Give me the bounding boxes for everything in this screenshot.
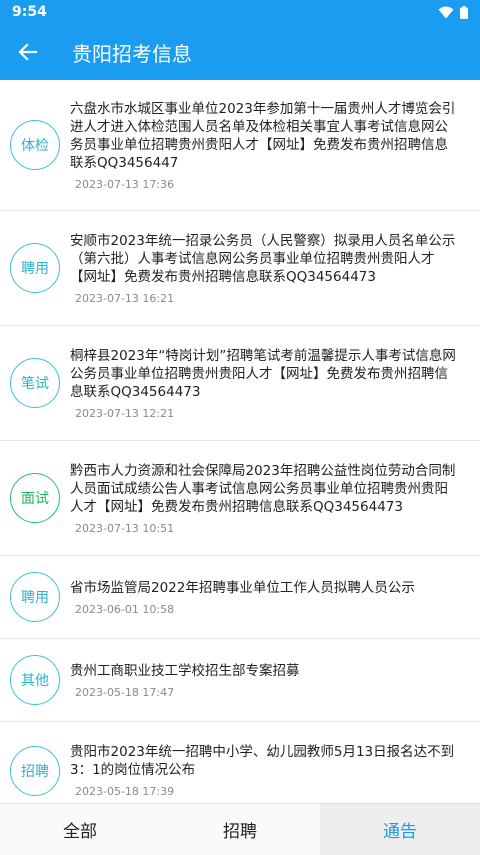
- list-item-date: 2023-06-01 10:58: [75, 602, 175, 616]
- list-item-date: 2023-07-13 10:51: [75, 521, 175, 535]
- back-arrow-icon: [18, 43, 38, 61]
- list-item-title: 贵州工商职业技工学校招生部专案招募: [70, 662, 300, 679]
- tab-recruit[interactable]: 招聘: [160, 804, 320, 855]
- list-item-title: 六盘水市水城区事业单位2023年参加第十一届贵州人才博览会引进人才进入体检范围人…: [70, 100, 456, 171]
- bottom-nav: 全部 招聘 通告: [0, 803, 480, 855]
- battery-icon: [460, 5, 468, 19]
- list-item[interactable]: 体检 六盘水市水城区事业单位2023年参加第十一届贵州人才博览会引进人才进入体检…: [0, 80, 480, 211]
- category-badge: 聘用: [10, 572, 60, 622]
- page-title: 贵阳招考信息: [72, 41, 192, 66]
- category-badge: 其他: [10, 655, 60, 705]
- list-item-content: 六盘水市水城区事业单位2023年参加第十一届贵州人才博览会引进人才进入体检范围人…: [70, 100, 458, 191]
- list-item-date: 2023-07-13 17:36: [75, 177, 175, 191]
- app-bar: 贵阳招考信息: [0, 24, 480, 80]
- status-time: 9:54: [12, 4, 47, 20]
- tab-all[interactable]: 全部: [0, 804, 160, 855]
- wifi-icon: [438, 6, 454, 18]
- status-bar: 9:54: [0, 0, 480, 24]
- list-item-title: 安顺市2023年统一招录公务员（人民警察）拟录用人员名单公示（第六批）人事考试信…: [70, 232, 456, 285]
- tab-notice[interactable]: 通告: [320, 804, 480, 855]
- category-badge: 招聘: [10, 745, 60, 796]
- list-item[interactable]: 聘用 安顺市2023年统一招录公务员（人民警察）拟录用人员名单公示（第六批）人事…: [0, 211, 480, 326]
- list-item-content: 省市场监管局2022年招聘事业单位工作人员拟聘人员公示 2023-06-01 1…: [70, 579, 458, 616]
- list-item-date: 2023-07-13 12:21: [75, 406, 175, 420]
- category-badge: 聘用: [10, 243, 60, 293]
- category-badge: 体检: [10, 120, 60, 170]
- list-item-title: 贵阳市2023年统一招聘中小学、幼儿园教师5月13日报名达不到3：1的岗位情况公…: [70, 744, 455, 778]
- notice-list: 体检 六盘水市水城区事业单位2023年参加第十一届贵州人才博览会引进人才进入体检…: [0, 80, 480, 803]
- list-item-title: 省市场监管局2022年招聘事业单位工作人员拟聘人员公示: [70, 579, 415, 596]
- list-item[interactable]: 面试 黔西市人力资源和社会保障局2023年招聘公益性岗位劳动合同制人员面试成绩公…: [0, 441, 480, 556]
- list-item[interactable]: 招聘 贵阳市2023年统一招聘中小学、幼儿园教师5月13日报名达不到3：1的岗位…: [0, 722, 480, 803]
- list-item-title: 黔西市人力资源和社会保障局2023年招聘公益性岗位劳动合同制人员面试成绩公告人事…: [70, 462, 456, 515]
- list-item[interactable]: 其他 贵州工商职业技工学校招生部专案招募 2023-05-18 17:47: [0, 639, 480, 722]
- list-item-content: 桐梓县2023年“特岗计划”招聘笔试考前温馨提示人事考试信息网公务员事业单位招聘…: [70, 347, 458, 420]
- category-badge: 面试: [10, 473, 60, 523]
- list-item-content: 贵州工商职业技工学校招生部专案招募 2023-05-18 17:47: [70, 662, 458, 699]
- list-item-date: 2023-07-13 16:21: [75, 291, 175, 305]
- list-item[interactable]: 笔试 桐梓县2023年“特岗计划”招聘笔试考前温馨提示人事考试信息网公务员事业单…: [0, 326, 480, 441]
- list-item-date: 2023-05-18 17:39: [75, 785, 175, 798]
- back-button[interactable]: [0, 24, 56, 80]
- list-item[interactable]: 聘用 省市场监管局2022年招聘事业单位工作人员拟聘人员公示 2023-06-0…: [0, 556, 480, 639]
- category-badge: 笔试: [10, 358, 60, 408]
- list-item-content: 贵阳市2023年统一招聘中小学、幼儿园教师5月13日报名达不到3：1的岗位情况公…: [70, 743, 458, 798]
- list-item-content: 黔西市人力资源和社会保障局2023年招聘公益性岗位劳动合同制人员面试成绩公告人事…: [70, 462, 458, 535]
- list-item-content: 安顺市2023年统一招录公务员（人民警察）拟录用人员名单公示（第六批）人事考试信…: [70, 232, 458, 305]
- list-item-date: 2023-05-18 17:47: [75, 685, 175, 699]
- list-item-title: 桐梓县2023年“特岗计划”招聘笔试考前温馨提示人事考试信息网公务员事业单位招聘…: [70, 347, 456, 400]
- system-icons: [438, 5, 468, 19]
